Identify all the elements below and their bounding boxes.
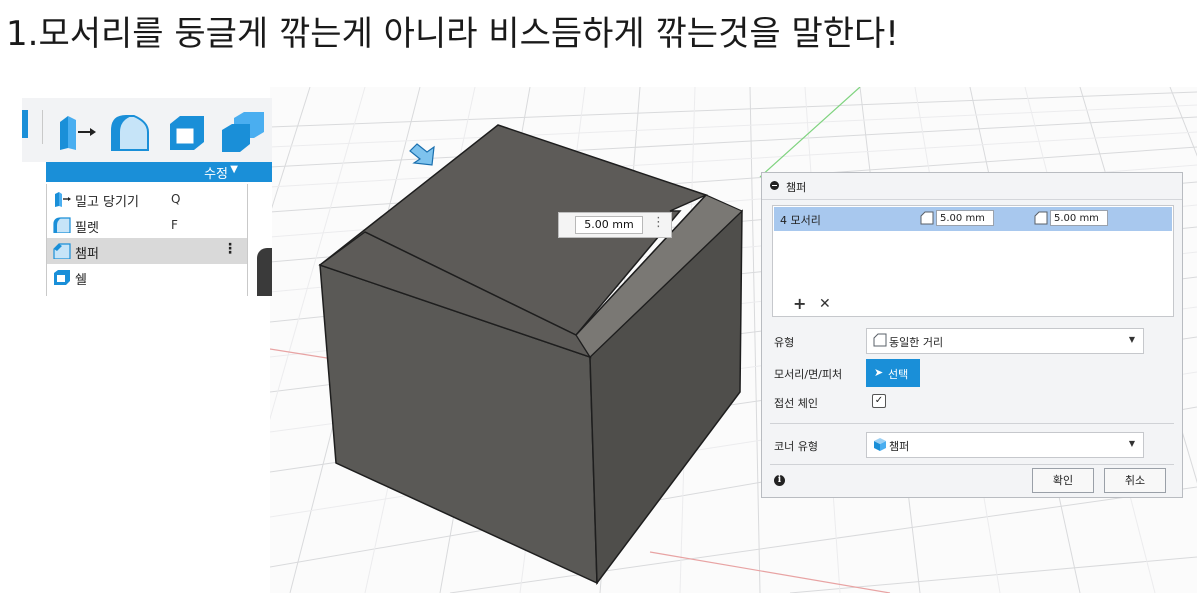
press-pull-icon [55,192,71,207]
shell-icon[interactable] [166,112,206,156]
dialog-header: 챔퍼 [762,173,1182,200]
chamfered-cube[interactable] [318,124,744,586]
corner-type-label: 코너 유형 [774,440,818,453]
edge-selection-list: 4 모서리 5.00 mm 5.00 mm + ✕ [772,205,1174,317]
menu-item-press-pull[interactable]: 밀고 당기기 Q [47,186,247,212]
cancel-button[interactable]: 취소 [1104,468,1166,493]
caret-down-icon: ▼ [1128,439,1135,448]
corner-chamfer-icon [874,438,886,451]
chamfer-dialog: 챔퍼 4 모서리 5.00 mm 5.00 mm + ✕ 유형 동일한 거리 ▼… [761,172,1183,498]
caret-down-icon: ▼ [1128,335,1135,344]
shell-icon [54,270,70,285]
cursor-icon: ➤ [874,366,884,379]
menu-item-fillet[interactable]: 필렛 F [47,212,247,238]
edge-row[interactable]: 4 모서리 5.00 mm 5.00 mm [774,207,1172,231]
corner-type-select[interactable]: 챔퍼 ▼ [866,432,1144,458]
delete-icon[interactable]: ✕ [819,296,831,312]
tangent-chain-checkbox[interactable]: ✓ [872,394,886,408]
modify-menu-button[interactable]: 수정 ▼ [46,162,272,182]
more-options-icon[interactable]: ⋮ [652,215,665,230]
tangent-chain-label: 접선 체인 [774,397,818,410]
menu-item-label: 챔퍼 [75,247,99,262]
type-select[interactable]: 동일한 거리 ▼ [866,328,1144,354]
dimension-input-box[interactable]: 5.00 mm ⋮ [558,212,672,238]
x-axis-line-front [649,551,891,593]
collapse-icon[interactable] [770,181,779,190]
distance-1-input[interactable]: 5.00 mm [936,210,994,226]
page-heading: 1.모서리를 둥글게 깎는게 아니라 비스듬하게 깎는것을 말한다! [6,14,899,54]
selection-label: 모서리/면/피처 [774,368,843,381]
dimension-input[interactable]: 5.00 mm [575,216,643,234]
equal-distance-icon [873,333,887,347]
menu-item-shortcut: Q [171,192,181,206]
type-select-value: 동일한 거리 [889,336,944,349]
dialog-title: 챔퍼 [786,181,807,194]
press-pull-icon[interactable] [56,112,96,156]
edge-count-label: 4 모서리 [780,214,821,227]
type-label: 유형 [774,336,795,349]
menu-item-label: 필렛 [75,221,99,236]
distance-icon [920,211,934,225]
info-icon[interactable]: i [774,475,785,486]
divider [770,464,1174,465]
corner-type-value: 챔퍼 [889,440,910,453]
menu-item-chamfer[interactable]: 챔퍼 ⋮ [47,238,247,264]
toolbar-icon-strip [22,98,272,162]
select-button[interactable]: ➤ 선택 [866,359,920,387]
menu-item-shell[interactable]: 쉘 [47,264,247,290]
modify-dropdown-menu: 밀고 당기기 Q 필렛 F 챔퍼 ⋮ 쉘 [46,184,248,296]
caret-down-icon: ▼ [230,164,238,175]
modify-toolbar: 수정 ▼ 밀고 당기기 Q 필렛 F 챔퍼 ⋮ 쉘 [22,98,272,296]
distance-icon [1034,211,1048,225]
divider [770,423,1174,424]
menu-item-label: 밀고 당기기 [75,195,139,210]
menu-item-shortcut: F [171,218,178,232]
modify-label: 수정 [204,167,228,182]
chamfer-icon [53,243,71,259]
side-tab [257,248,272,296]
chamfer-direction-arrow[interactable] [409,143,435,166]
select-button-label: 선택 [888,368,909,381]
fillet-icon[interactable] [108,112,152,156]
more-options-icon[interactable]: ⋮ [223,241,237,257]
menu-item-label: 쉘 [75,273,87,288]
distance-2-input[interactable]: 5.00 mm [1050,210,1108,226]
ok-button[interactable]: 확인 [1032,468,1094,493]
add-icon[interactable]: + [793,294,806,313]
combine-icon[interactable] [220,112,264,156]
fillet-icon [53,217,71,233]
